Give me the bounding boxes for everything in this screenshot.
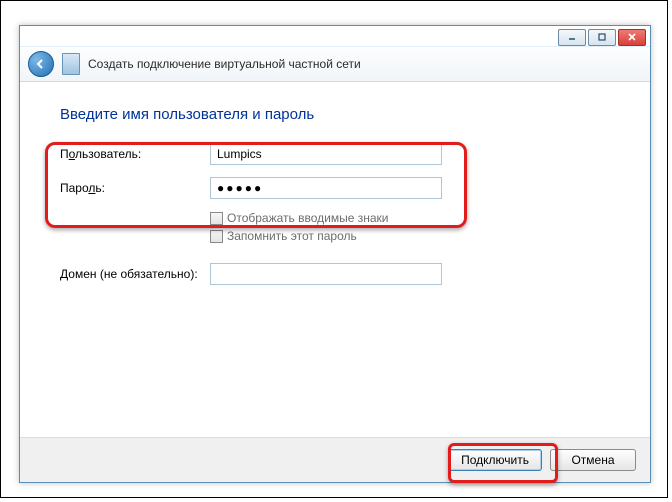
wizard-window: Создать подключение виртуальной частной … (19, 25, 651, 483)
connect-button[interactable]: Подключить (448, 449, 542, 471)
footer: Подключить Отмена (20, 437, 650, 482)
show-characters-row: Отображать вводимые знаки (210, 211, 610, 225)
domain-row: Домен (не обязательно): (60, 263, 610, 285)
maximize-icon (597, 32, 607, 42)
content-area: Введите имя пользователя и пароль Пользо… (20, 82, 650, 437)
remember-password-checkbox[interactable] (210, 230, 223, 243)
domain-input[interactable] (210, 263, 442, 285)
password-label: Пароль: (60, 181, 210, 195)
wizard-title: Создать подключение виртуальной частной … (88, 57, 361, 71)
close-button[interactable] (618, 29, 646, 46)
screenshot-frame: Создать подключение виртуальной частной … (0, 0, 668, 498)
remember-password-row: Запомнить этот пароль (210, 229, 610, 243)
page-heading: Введите имя пользователя и пароль (60, 106, 610, 123)
minimize-button[interactable] (558, 29, 586, 46)
domain-label: Домен (не обязательно): (60, 267, 210, 281)
close-icon (627, 32, 637, 42)
minimize-icon (567, 32, 577, 42)
window-controls (20, 26, 650, 46)
back-button[interactable] (28, 51, 54, 77)
password-input[interactable]: ●●●●● (210, 177, 442, 199)
wizard-icon (62, 53, 80, 75)
show-characters-label: Отображать вводимые знаки (227, 211, 388, 225)
cancel-button[interactable]: Отмена (550, 449, 636, 471)
username-row: Пользователь: (60, 143, 610, 165)
maximize-button[interactable] (588, 29, 616, 46)
password-row: Пароль: ●●●●● (60, 177, 610, 199)
wizard-header: Создать подключение виртуальной частной … (20, 46, 650, 82)
show-characters-checkbox[interactable] (210, 212, 223, 225)
remember-password-label: Запомнить этот пароль (227, 229, 357, 243)
username-label: Пользователь: (60, 147, 210, 161)
back-arrow-icon (34, 57, 48, 71)
username-input[interactable] (210, 143, 442, 165)
